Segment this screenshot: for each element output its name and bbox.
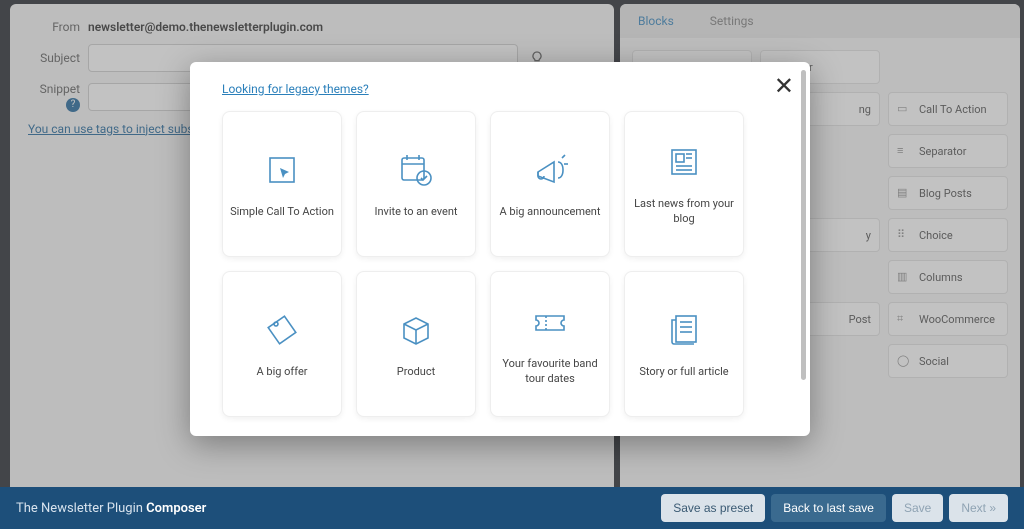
template-label: Simple Call To Action: [230, 205, 334, 220]
close-icon[interactable]: ✕: [774, 72, 794, 101]
save-as-preset-button[interactable]: Save as preset: [661, 494, 765, 522]
template-picker-modal: ✕ Looking for legacy themes? Simple Call…: [190, 62, 810, 436]
news-icon: [663, 141, 705, 183]
template-label: Invite to an event: [374, 205, 457, 220]
back-to-last-save-button[interactable]: Back to last save: [771, 494, 886, 522]
footer-bar: The Newsletter Plugin Composer Save as p…: [0, 487, 1024, 529]
template-label: Story or full article: [639, 365, 728, 380]
article-icon: [663, 309, 705, 351]
template-label: Last news from your blog: [631, 197, 737, 227]
template-label: A big offer: [256, 365, 307, 380]
megaphone-icon: [529, 149, 571, 191]
next-button[interactable]: Next »: [949, 494, 1008, 522]
template-card-product[interactable]: Product: [356, 271, 476, 417]
template-grid: Simple Call To Action Invite to an event…: [222, 111, 790, 417]
modal-scrollbar[interactable]: [801, 70, 806, 420]
template-label: Your favourite band tour dates: [497, 357, 603, 387]
template-card-event[interactable]: Invite to an event: [356, 111, 476, 257]
template-card-announcement[interactable]: A big announcement: [490, 111, 610, 257]
cursor-icon: [261, 149, 303, 191]
template-label: A big announcement: [500, 205, 601, 220]
template-card-article[interactable]: Story or full article: [624, 271, 744, 417]
save-button[interactable]: Save: [892, 494, 943, 522]
template-label: Product: [397, 365, 435, 380]
composer-title: The Newsletter Plugin Composer: [16, 501, 206, 516]
box-icon: [395, 309, 437, 351]
tag-icon: [261, 309, 303, 351]
calendar-icon: [395, 149, 437, 191]
template-card-offer[interactable]: A big offer: [222, 271, 342, 417]
template-card-simple-cta[interactable]: Simple Call To Action: [222, 111, 342, 257]
ticket-icon: [529, 301, 571, 343]
template-card-tour-dates[interactable]: Your favourite band tour dates: [490, 271, 610, 417]
legacy-themes-link[interactable]: Looking for legacy themes?: [222, 82, 369, 96]
template-card-last-news[interactable]: Last news from your blog: [624, 111, 744, 257]
